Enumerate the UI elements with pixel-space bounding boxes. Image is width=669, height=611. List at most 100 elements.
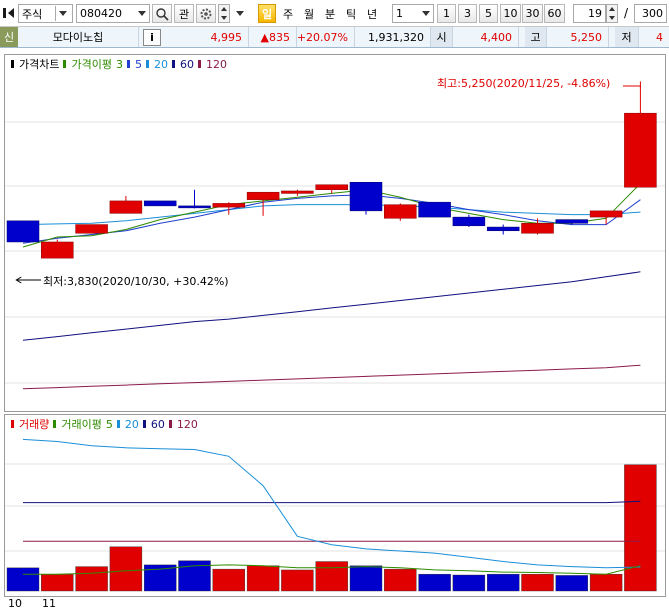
low-price: 4 (639, 27, 669, 47)
price-chart-pane[interactable]: 가격차트 가격이평 3 5 20 60 120 최고:5,250(2020/11… (4, 54, 666, 412)
legend-vol-ma60: 60 (150, 417, 165, 431)
panel-toggle-icon[interactable] (2, 6, 16, 20)
quick-interval-5[interactable]: 5 (479, 4, 498, 23)
x-axis-label: 10 (8, 597, 22, 610)
volume-ma-title: 거래이평 (61, 418, 102, 431)
quote-info-row: 신 모다이노칩 i 4,995 ▲835 +20.07% 1,931,320 시… (0, 27, 669, 48)
legend-marker (126, 60, 130, 68)
price-legend: 가격차트 가격이평 3 5 20 60 120 (11, 57, 227, 71)
legend-marker (168, 420, 172, 428)
quick-interval-1[interactable]: 1 (437, 4, 456, 23)
volume-legend: 거래량 거래이평 5 20 60 120 (11, 417, 198, 431)
quick-interval-label: 60 (547, 7, 562, 20)
current-price-value: 4,995 (210, 30, 243, 44)
current-price: 4,995 (165, 27, 249, 47)
candle (246, 191, 280, 200)
price-change-value: ▲835 (260, 30, 290, 44)
candle (349, 181, 383, 212)
volume-bar (41, 573, 74, 592)
legend-marker (11, 60, 14, 68)
candle (178, 205, 211, 209)
period-tab-label: 분 (324, 7, 336, 21)
settings-button[interactable] (196, 4, 216, 23)
price-chart-svg (5, 81, 665, 390)
quick-interval-60[interactable]: 60 (544, 4, 565, 23)
options-dropdown[interactable] (236, 11, 244, 16)
period-tab-tick[interactable]: 틱 (342, 4, 360, 23)
period-tab-day[interactable]: 일 (258, 4, 276, 23)
legend-marker (145, 60, 149, 68)
legend-vol-ma120: 120 (176, 417, 198, 431)
volume-legend-title: 거래량 (19, 418, 50, 431)
legend-ma5: 5 (134, 57, 142, 71)
high-price-value: 5,250 (570, 30, 603, 44)
total-count-input[interactable]: 300 (634, 4, 667, 23)
quick-interval-10[interactable]: 10 (500, 4, 521, 23)
candle (555, 219, 589, 224)
candle (452, 216, 486, 227)
volume-bar (281, 569, 314, 592)
price-change: ▲835 (249, 27, 297, 47)
down-arrow-icon (609, 16, 615, 20)
volume-bar (452, 574, 486, 592)
period-tab-label: 틱 (345, 7, 357, 21)
period-tab-week[interactable]: 주 (279, 4, 297, 23)
candle (281, 190, 314, 194)
open-label-text: 시 (436, 31, 447, 44)
period-tab-label: 주 (282, 7, 294, 21)
volume-chart-pane[interactable]: 거래량 거래이평 5 20 60 120 (4, 414, 666, 597)
quick-interval-3[interactable]: 3 (458, 4, 477, 23)
count-input[interactable]: 19 (573, 4, 606, 23)
price-change-pct-value: +20.07% (296, 30, 348, 44)
total-count-value: 300 (642, 7, 663, 20)
credit-badge: 신 (0, 27, 18, 47)
down-arrow-icon (221, 16, 227, 20)
candle (41, 241, 74, 259)
chevron-down-icon (58, 11, 67, 16)
legend-vol-ma20: 20 (124, 417, 139, 431)
code-input[interactable]: 080420 (76, 4, 150, 23)
max-price-annotation: 최고:5,250(2020/11/25, -4.86%) (437, 77, 611, 90)
quick-interval-label: 10 (503, 7, 518, 20)
search-button[interactable] (152, 4, 172, 23)
legend-ma3: 3 (115, 57, 123, 71)
trade-volume: 1,931,320 (355, 27, 431, 47)
quick-interval-label: 3 (464, 7, 471, 20)
period-tab-label: 년 (366, 7, 378, 21)
period-tab-month[interactable]: 월 (300, 4, 318, 23)
volume-bar (589, 573, 623, 592)
volume-bar (624, 464, 657, 592)
legend-marker (116, 420, 120, 428)
interval-select[interactable]: 1 (392, 4, 434, 23)
count-separator: / (624, 6, 629, 20)
search-icon (156, 7, 169, 21)
volume-bar (418, 573, 451, 592)
period-tab-minute[interactable]: 분 (321, 4, 339, 23)
chevron-down-icon (422, 11, 430, 16)
info-button[interactable]: i (143, 29, 161, 46)
count-stepper[interactable] (606, 4, 618, 23)
period-tab-label: 월 (303, 7, 315, 21)
market-select[interactable]: 주식 (18, 4, 73, 23)
low-label: 저 (615, 27, 639, 47)
open-label: 시 (431, 27, 453, 47)
candle (315, 184, 348, 190)
high-label-text: 고 (530, 31, 541, 44)
trade-volume-value: 1,931,320 (368, 30, 424, 44)
volume-bar (6, 567, 40, 592)
candle (109, 200, 143, 214)
period-tab-year[interactable]: 년 (363, 4, 381, 23)
volume-bar (315, 561, 348, 592)
chevron-down-icon (138, 11, 146, 16)
period-tab-label: 일 (261, 7, 273, 21)
watchlist-button[interactable]: 관 (174, 4, 194, 23)
quick-interval-label: 5 (485, 7, 492, 20)
quick-interval-30[interactable]: 30 (522, 4, 543, 23)
vol-ma60-line (23, 500, 641, 504)
interval-select-value: 1 (396, 7, 403, 20)
legend-marker (142, 420, 146, 428)
watchlist-button-label: 관 (178, 7, 190, 21)
high-label: 고 (525, 27, 547, 47)
candle (589, 210, 623, 218)
stock-stepper[interactable] (218, 4, 230, 23)
